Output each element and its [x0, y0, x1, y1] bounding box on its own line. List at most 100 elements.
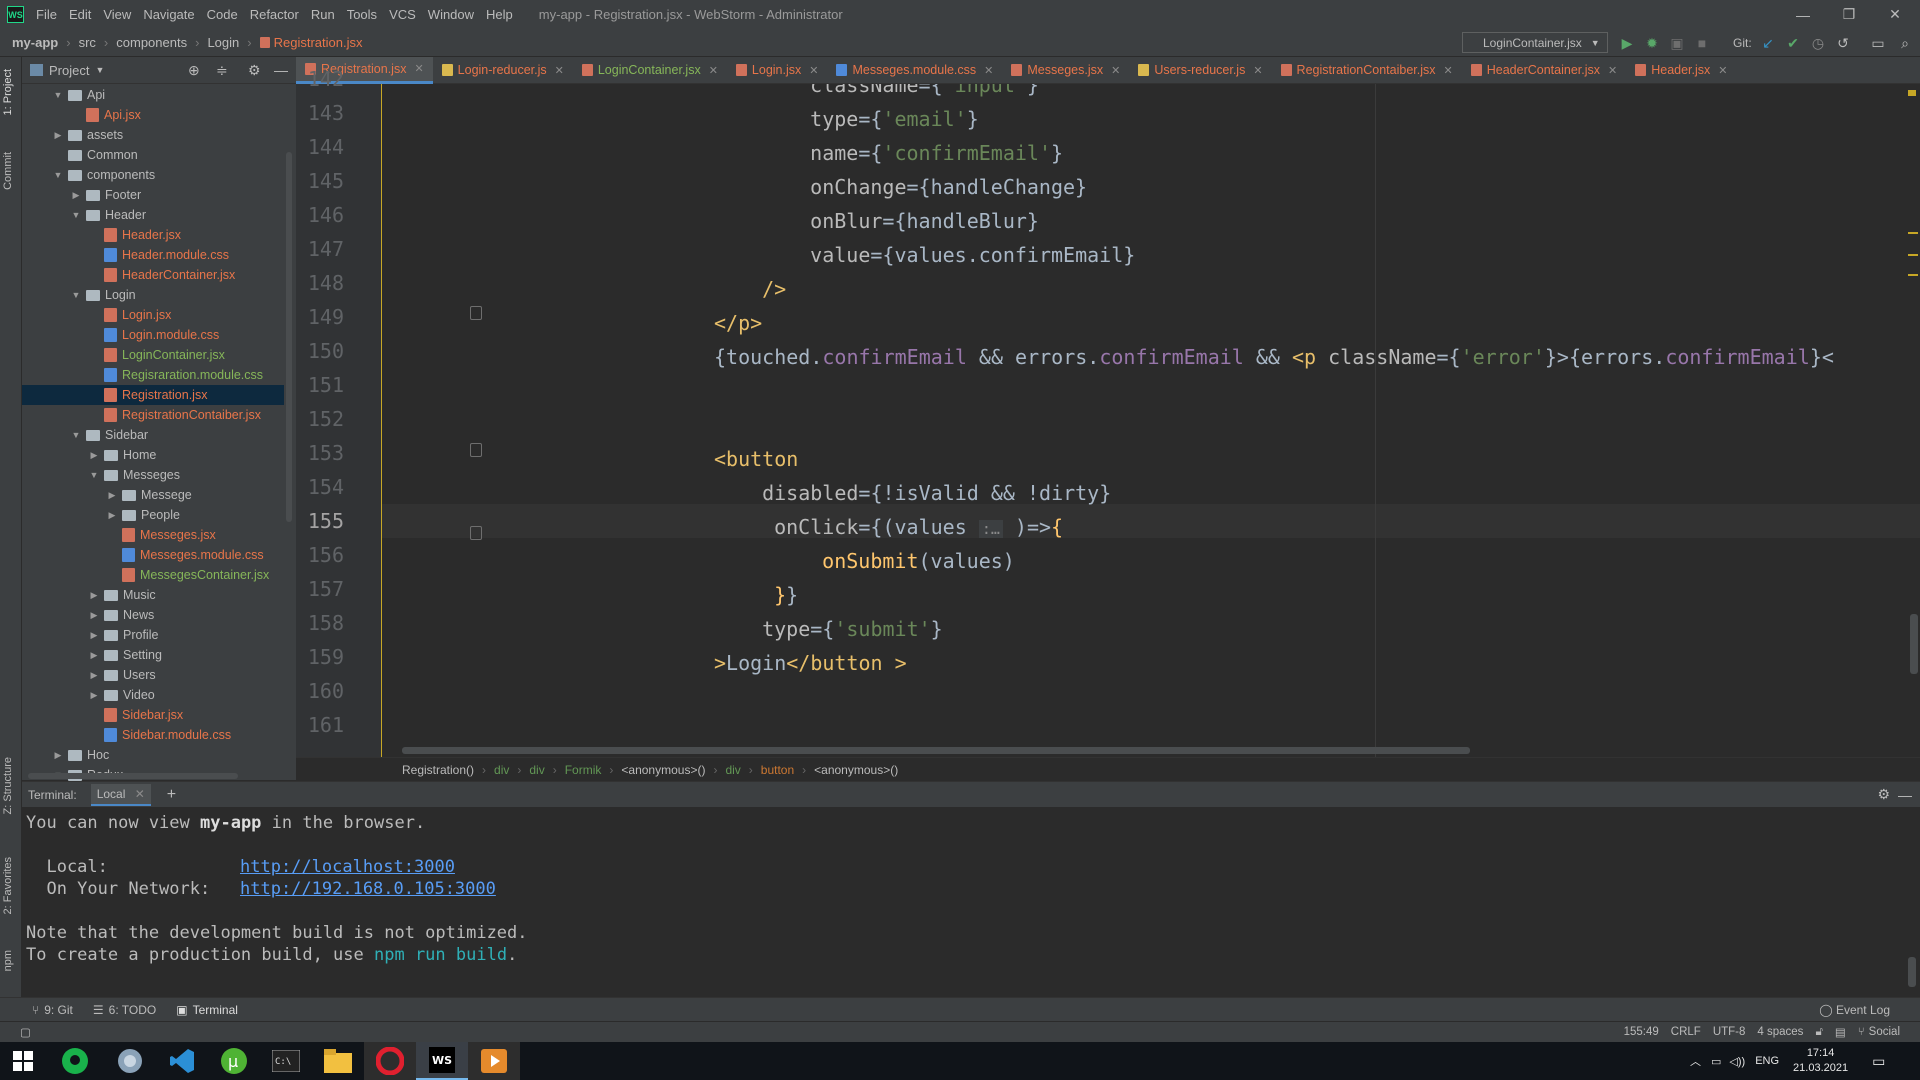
- chevron-right-icon[interactable]: ▶: [52, 750, 64, 761]
- bc-anonymous[interactable]: <anonymous>(): [621, 763, 705, 777]
- chevron-right-icon[interactable]: ▶: [88, 590, 100, 601]
- tree-folder[interactable]: ▼ Sidebar: [22, 425, 284, 445]
- close-icon[interactable]: ✕: [135, 787, 145, 801]
- tool-tab-commit[interactable]: Commit: [2, 152, 14, 190]
- close-icon[interactable]: ✕: [1872, 0, 1918, 29]
- chevron-right-icon[interactable]: ▶: [88, 670, 100, 681]
- tree-folder[interactable]: Common: [22, 145, 284, 165]
- crumb-project[interactable]: my-app: [12, 35, 58, 50]
- code-editor[interactable]: className={'input'} type={'email'} name={'…: [382, 84, 1920, 757]
- webstorm-taskbar-icon[interactable]: WS: [416, 1042, 468, 1080]
- tree-file[interactable]: Messeges.jsx: [22, 525, 284, 545]
- close-icon[interactable]: ✕: [555, 64, 564, 77]
- editor-tab[interactable]: Login-reducer.js ✕: [433, 57, 573, 84]
- menu-item-window[interactable]: Window: [428, 7, 474, 22]
- opera-icon[interactable]: [364, 1042, 416, 1080]
- tree-file[interactable]: HeaderContainer.jsx: [22, 265, 284, 285]
- event-log-button[interactable]: ◯ Event Log: [1819, 1003, 1890, 1017]
- editor-tab[interactable]: Messeges.jsx ✕: [1002, 57, 1129, 84]
- fold-icon[interactable]: [470, 306, 482, 320]
- tree-folder[interactable]: ▶ Messege: [22, 485, 284, 505]
- editor-horizontal-scrollbar[interactable]: [402, 747, 1470, 754]
- krita-icon[interactable]: [104, 1042, 156, 1080]
- vscode-icon[interactable]: [156, 1042, 208, 1080]
- chevron-right-icon[interactable]: ▶: [88, 630, 100, 641]
- tree-file[interactable]: Sidebar.module.css: [22, 725, 284, 745]
- layout-icon[interactable]: ▭: [1868, 33, 1888, 53]
- clock[interactable]: 17:14 21.03.2021: [1793, 1046, 1848, 1076]
- bc-div[interactable]: div: [494, 763, 509, 777]
- crumb-login[interactable]: Login: [207, 35, 239, 50]
- tree-folder[interactable]: ▶ Home: [22, 445, 284, 465]
- menu-item-run[interactable]: Run: [311, 7, 335, 22]
- chevron-right-icon[interactable]: ▶: [70, 190, 82, 201]
- close-icon[interactable]: ✕: [809, 64, 818, 77]
- close-icon[interactable]: ✕: [414, 62, 423, 75]
- hide-panel-icon[interactable]: —: [274, 62, 288, 78]
- tree-file[interactable]: Registration.jsx: [22, 385, 284, 405]
- tree-folder[interactable]: ▼ Messeges: [22, 465, 284, 485]
- git-update-icon[interactable]: ↙: [1758, 33, 1778, 53]
- bc-div[interactable]: div: [529, 763, 544, 777]
- tree-folder[interactable]: ▶ Music: [22, 585, 284, 605]
- tree-file[interactable]: LoginContainer.jsx: [22, 345, 284, 365]
- fold-icon[interactable]: [470, 526, 482, 540]
- tree-file[interactable]: Sidebar.jsx: [22, 705, 284, 725]
- cmd-icon[interactable]: C:\: [260, 1042, 312, 1080]
- tree-horizontal-scrollbar[interactable]: [28, 773, 238, 779]
- lock-icon[interactable]: 🔓︎: [1815, 1026, 1822, 1039]
- terminal-scrollbar[interactable]: [1908, 957, 1916, 987]
- editor-tab[interactable]: Login.jsx ✕: [727, 57, 828, 84]
- editor-tab[interactable]: RegistrationContaiber.jsx ✕: [1272, 57, 1462, 84]
- editor-vertical-scrollbar[interactable]: [1910, 614, 1918, 674]
- add-terminal-icon[interactable]: +: [167, 786, 176, 804]
- chevron-down-icon[interactable]: ▼: [70, 290, 82, 300]
- tree-file[interactable]: Login.jsx: [22, 305, 284, 325]
- close-icon[interactable]: ✕: [1608, 64, 1617, 77]
- git-branch-status[interactable]: Social: [1869, 1026, 1900, 1038]
- bc-div[interactable]: div: [725, 763, 740, 777]
- bc-button[interactable]: button: [761, 763, 794, 777]
- tree-file[interactable]: Api.jsx: [22, 105, 284, 125]
- close-icon[interactable]: ✕: [1111, 64, 1120, 77]
- tree-file[interactable]: MessegesContainer.jsx: [22, 565, 284, 585]
- menu-item-help[interactable]: Help: [486, 7, 513, 22]
- tree-file[interactable]: Regisraration.module.css: [22, 365, 284, 385]
- media-player-icon[interactable]: [468, 1042, 520, 1080]
- tree-folder[interactable]: ▶ News: [22, 605, 284, 625]
- tool-tab-terminal[interactable]: Terminal: [193, 1003, 238, 1017]
- tool-tab-todo[interactable]: 6: TODO: [109, 1003, 157, 1017]
- tree-file[interactable]: Header.jsx: [22, 225, 284, 245]
- stop-icon[interactable]: ■: [1692, 33, 1712, 53]
- fold-icon[interactable]: [470, 443, 482, 457]
- tree-folder[interactable]: ▼ components: [22, 165, 284, 185]
- bc-anonymous[interactable]: <anonymous>(): [814, 763, 898, 777]
- chevron-right-icon[interactable]: ▶: [52, 130, 64, 141]
- terminal-output[interactable]: You can now view my-app in the browser. …: [22, 807, 1920, 997]
- indent-setting[interactable]: 4 spaces: [1757, 1026, 1803, 1038]
- rollback-icon[interactable]: ↺: [1833, 33, 1853, 53]
- close-icon[interactable]: ✕: [1444, 64, 1453, 77]
- coverage-icon[interactable]: ▣: [1667, 33, 1687, 53]
- chevron-right-icon[interactable]: ▶: [106, 510, 118, 521]
- locate-icon[interactable]: ⊕: [188, 62, 200, 79]
- utorrent-icon[interactable]: µ: [208, 1042, 260, 1080]
- minimize-icon[interactable]: —: [1780, 0, 1826, 29]
- bc-registration[interactable]: Registration(): [402, 763, 474, 777]
- gear-icon[interactable]: ⚙: [1877, 786, 1890, 803]
- chevron-down-icon[interactable]: ▼: [95, 65, 104, 75]
- line-separator[interactable]: CRLF: [1671, 1026, 1701, 1038]
- tree-folder[interactable]: ▶ Profile: [22, 625, 284, 645]
- network-icon[interactable]: ▭: [1711, 1055, 1721, 1068]
- chevron-right-icon[interactable]: ▶: [106, 490, 118, 501]
- editor-tab[interactable]: HeaderContainer.jsx ✕: [1462, 57, 1626, 84]
- tree-folder[interactable]: ▶ assets: [22, 125, 284, 145]
- tool-tab-git[interactable]: 9: Git: [44, 1003, 73, 1017]
- chevron-right-icon[interactable]: ▶: [88, 610, 100, 621]
- volume-icon[interactable]: ◁)): [1729, 1055, 1745, 1068]
- editor-tab[interactable]: Header.jsx ✕: [1626, 57, 1736, 84]
- menu-item-navigate[interactable]: Navigate: [143, 7, 194, 22]
- chevron-down-icon[interactable]: ▼: [52, 90, 64, 100]
- bc-formik[interactable]: Formik: [565, 763, 602, 777]
- tray-expand-icon[interactable]: ︿: [1690, 1053, 1701, 1069]
